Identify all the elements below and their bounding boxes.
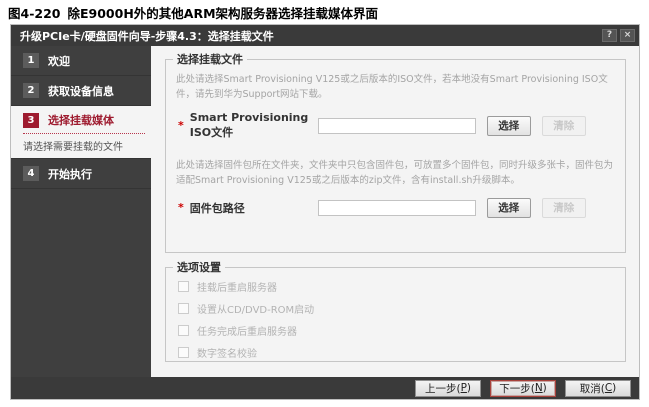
sidebar-step-device-info[interactable]: 2 获取设备信息 [11, 76, 151, 106]
select-mount-file-group: 选择挂载文件 此处请选择Smart Provisioning V125或之后版本… [165, 59, 626, 253]
step-number-badge: 2 [23, 83, 39, 98]
firmware-path-input[interactable] [318, 200, 476, 216]
checkbox-icon [178, 281, 189, 292]
checkbox-icon [178, 303, 189, 314]
iso-clear-button: 清除 [542, 116, 586, 136]
required-asterisk: * [178, 201, 184, 214]
option-boot-from-cddvd: 设置从CD/DVD-ROM启动 [176, 297, 615, 319]
group-title: 选项设置 [173, 261, 225, 274]
iso-file-field-row: * Smart Provisioning ISO文件 选择 清除 [176, 111, 617, 140]
cancel-button[interactable]: 取消(C) [565, 380, 631, 397]
step-number-badge: 3 [23, 113, 39, 128]
required-asterisk: * [178, 119, 184, 132]
option-signature-verify: 数字签名校验 [176, 341, 615, 363]
previous-button[interactable]: 上一步(P) [415, 380, 481, 397]
upgrade-wizard-dialog: 升级PCIe卡/硬盘固件向导-步骤4.3：选择挂载文件 ? × 1 欢迎 2 获… [10, 24, 640, 400]
step-number-badge: 1 [23, 53, 39, 68]
page: 图4-220 除E9000H外的其他ARM架构服务器选择挂载媒体界面 升级PCIe… [0, 0, 649, 407]
help-icon[interactable]: ? [602, 29, 617, 42]
step-number-badge: 4 [23, 166, 39, 181]
figure-label: 图4-220 [8, 6, 60, 21]
sidebar-step-execute[interactable]: 4 开始执行 [11, 159, 151, 189]
iso-description: 此处请选择Smart Provisioning V125或之后版本的ISO文件，… [176, 73, 617, 102]
iso-file-input[interactable] [318, 118, 476, 134]
checkbox-icon [178, 347, 189, 358]
group-title: 选择挂载文件 [173, 53, 247, 66]
sidebar-step-welcome[interactable]: 1 欢迎 [11, 46, 151, 76]
active-step-divider [23, 133, 145, 134]
dialog-title: 升级PCIe卡/硬盘固件向导-步骤4.3：选择挂载文件 [20, 28, 599, 44]
close-icon[interactable]: × [620, 29, 635, 42]
figure-caption: 图4-220 除E9000H外的其他ARM架构服务器选择挂载媒体界面 [8, 3, 378, 22]
firmware-path-label: 固件包路径 [190, 200, 312, 216]
dialog-footer: 上一步(P) 下一步(N) 取消(C) [11, 377, 639, 399]
iso-file-label: Smart Provisioning ISO文件 [190, 111, 312, 140]
figure-title: 除E9000H外的其他ARM架构服务器选择挂载媒体界面 [67, 6, 378, 21]
active-step-subtitle: 请选择需要挂载的文件 [23, 138, 145, 153]
option-restart-after-mount: 挂载后重启服务器 [176, 275, 615, 297]
firmware-clear-button: 清除 [542, 198, 586, 218]
sidebar-step-select-media-active[interactable]: 3 选择挂载媒体 请选择需要挂载的文件 [11, 106, 151, 159]
firmware-path-field-row: * 固件包路径 选择 清除 [176, 198, 617, 218]
checkbox-icon [178, 325, 189, 336]
step-label: 选择挂载媒体 [48, 112, 114, 128]
step-label: 开始执行 [48, 166, 92, 182]
step-label: 获取设备信息 [48, 83, 114, 99]
iso-select-button[interactable]: 选择 [487, 116, 531, 136]
next-button[interactable]: 下一步(N) [490, 380, 556, 397]
wizard-steps-sidebar: 1 欢迎 2 获取设备信息 3 选择挂载媒体 请选择需要挂载的文件 4 [11, 46, 151, 377]
dialog-titlebar: 升级PCIe卡/硬盘固件向导-步骤4.3：选择挂载文件 ? × [11, 25, 639, 46]
content-panel: 选择挂载文件 此处请选择Smart Provisioning V125或之后版本… [151, 46, 639, 377]
options-group: 选项设置 挂载后重启服务器 设置从CD/DVD-ROM启动 任务完成后重启服务器 [165, 267, 626, 362]
dialog-body: 1 欢迎 2 获取设备信息 3 选择挂载媒体 请选择需要挂载的文件 4 [11, 46, 639, 377]
option-restart-after-task: 任务完成后重启服务器 [176, 319, 615, 341]
firmware-select-button[interactable]: 选择 [487, 198, 531, 218]
step-label: 欢迎 [48, 53, 70, 69]
firmware-description: 此处请选择固件包所在文件夹，文件夹中只包含固件包，可放置多个固件包，同时升级多张… [176, 159, 617, 188]
